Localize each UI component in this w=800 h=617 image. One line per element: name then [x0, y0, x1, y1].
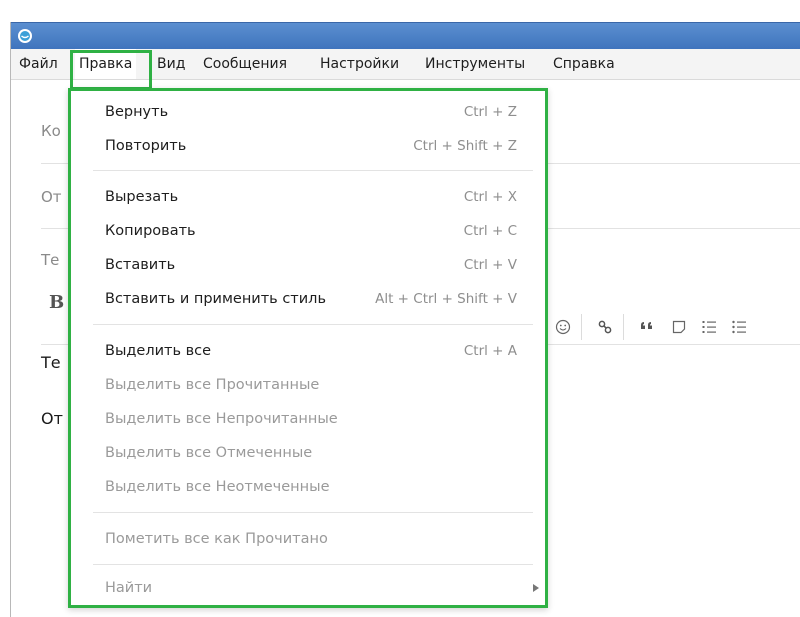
menu-item-shortcut: Ctrl + V [463, 257, 517, 273]
menu-separator [93, 170, 533, 171]
note-icon[interactable] [671, 319, 687, 335]
menu-item-label: Выделить все Отмеченные [105, 445, 313, 461]
menu-separator [93, 324, 533, 325]
menu-item-mark-all-read[interactable]: Пометить все как Прочитано [71, 522, 545, 556]
menu-item-label: Выделить все Прочитанные [105, 377, 320, 393]
emoji-icon[interactable] [555, 319, 571, 335]
menu-item-shortcut: Ctrl + A [463, 343, 517, 359]
menu-item-cut[interactable]: Вырезать Ctrl + X [71, 180, 545, 214]
menu-separator [93, 564, 533, 565]
from-label: От [41, 188, 62, 206]
menu-item-shortcut: Ctrl + C [463, 223, 517, 239]
menu-view[interactable]: Вид [153, 49, 189, 79]
menu-item-label: Вырезать [105, 189, 179, 205]
edit-menu-dropdown: Вернуть Ctrl + Z Повторить Ctrl + Shift … [68, 88, 548, 608]
app-logo-icon [18, 29, 32, 43]
menu-item-undo[interactable]: Вернуть Ctrl + Z [71, 95, 545, 129]
menu-messages[interactable]: Сообщения [199, 49, 291, 79]
menu-item-redo[interactable]: Повторить Ctrl + Shift + Z [71, 129, 545, 163]
bullet-list-icon[interactable] [731, 319, 747, 335]
menu-item-copy[interactable]: Копировать Ctrl + C [71, 214, 545, 248]
toolbar-separator [581, 314, 582, 340]
menu-item-find[interactable]: Найти [71, 571, 545, 605]
menu-item-label: Выделить все Непрочитанные [105, 411, 338, 427]
menu-item-select-unflagged[interactable]: Выделить все Неотмеченные [71, 470, 545, 504]
body-text-line-1: Те [41, 353, 61, 372]
menu-item-select-unread[interactable]: Выделить все Непрочитанные [71, 402, 545, 436]
body-text-line-2: От [41, 409, 63, 428]
title-bar[interactable] [11, 22, 800, 49]
menu-item-select-flagged[interactable]: Выделить все Отмеченные [71, 436, 545, 470]
menu-tools[interactable]: Инструменты [421, 49, 529, 79]
menu-item-label: Вставить [105, 257, 176, 273]
menu-item-shortcut: Alt + Ctrl + Shift + V [375, 291, 517, 307]
quote-icon[interactable] [639, 319, 655, 335]
menu-item-label: Вставить и применить стиль [105, 291, 326, 307]
menu-item-label: Выделить все [105, 343, 212, 359]
subject-label: Те [41, 251, 60, 269]
menu-item-label: Пометить все как Прочитано [105, 531, 328, 547]
link-icon[interactable] [597, 319, 613, 335]
ordered-list-icon[interactable] [701, 319, 717, 335]
menu-item-label: Вернуть [105, 104, 169, 120]
menu-settings[interactable]: Настройки [316, 49, 403, 79]
menu-item-paste[interactable]: Вставить Ctrl + V [71, 248, 545, 282]
menu-item-label: Найти [105, 580, 153, 596]
menu-bar: Файл Правка Вид Сообщения Настройки Инст… [11, 49, 800, 80]
submenu-arrow-icon [533, 584, 539, 592]
menu-separator [93, 512, 533, 513]
menu-item-shortcut: Ctrl + Z [463, 104, 517, 120]
to-label: Ко [41, 122, 61, 140]
menu-help[interactable]: Справка [549, 49, 619, 79]
menu-item-label: Повторить [105, 138, 187, 154]
menu-item-select-read[interactable]: Выделить все Прочитанные [71, 368, 545, 402]
menu-item-label: Копировать [105, 223, 196, 239]
toolbar-separator [623, 314, 624, 340]
menu-item-shortcut: Ctrl + Shift + Z [413, 138, 517, 154]
menu-item-shortcut: Ctrl + X [463, 189, 517, 205]
menu-edit[interactable]: Правка [75, 49, 137, 79]
menu-item-label: Выделить все Неотмеченные [105, 479, 330, 495]
menu-item-select-all[interactable]: Выделить все Ctrl + A [71, 334, 545, 368]
menu-item-paste-styled[interactable]: Вставить и применить стиль Alt + Ctrl + … [71, 282, 545, 316]
menu-file[interactable]: Файл [15, 49, 62, 79]
bold-button[interactable]: B [49, 292, 64, 313]
